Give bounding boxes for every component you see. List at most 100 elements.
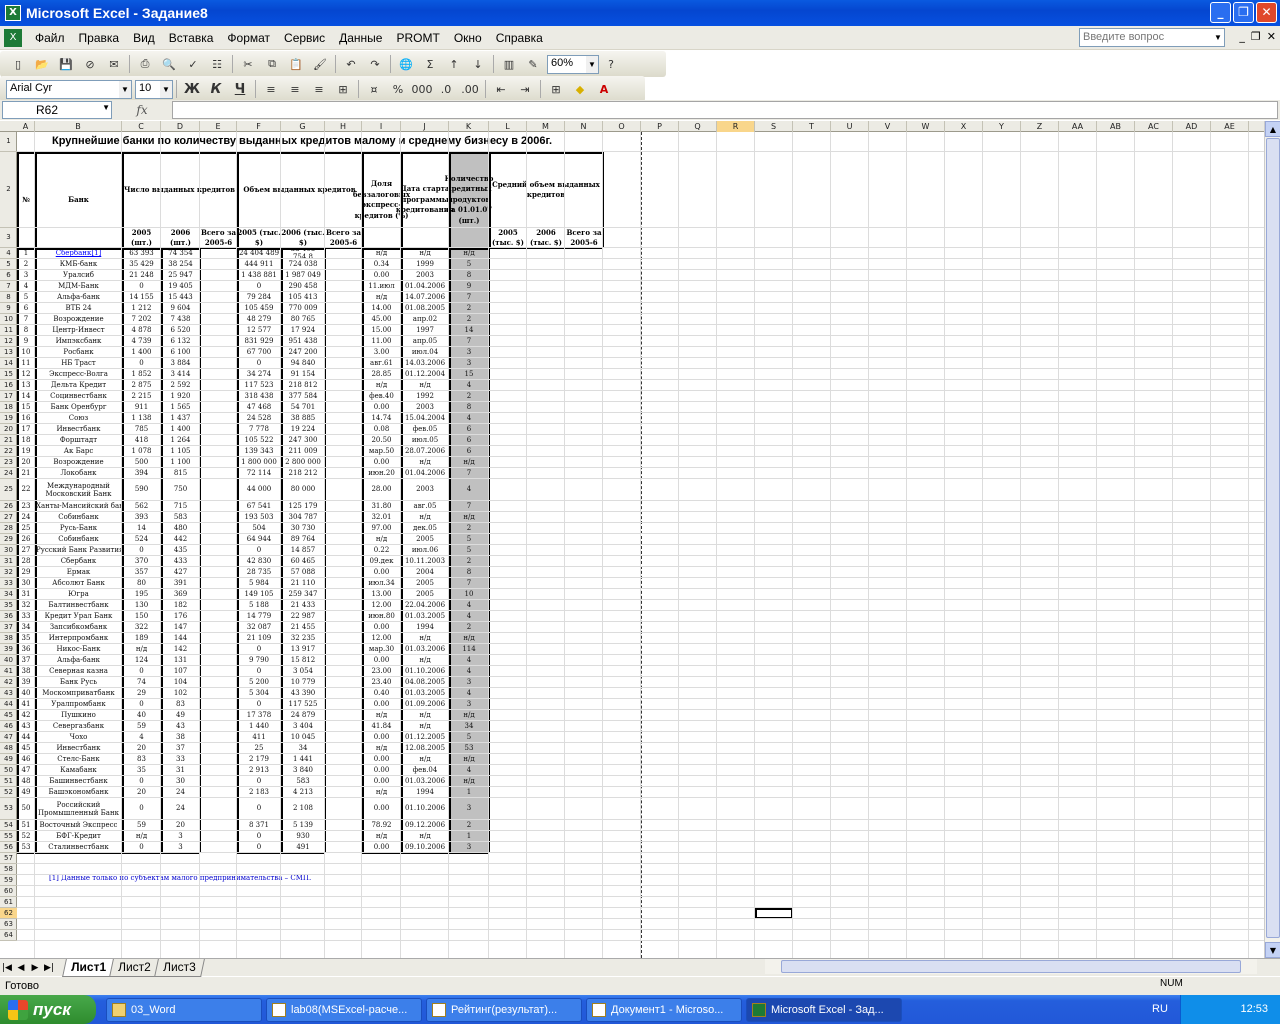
column-header-C[interactable]: C	[122, 121, 161, 132]
column-header-F[interactable]: F	[237, 121, 281, 132]
row-header-57[interactable]: 57	[0, 853, 17, 864]
row-header-11[interactable]: 11	[0, 325, 17, 336]
row-header-44[interactable]: 44	[0, 699, 17, 710]
column-header-K[interactable]: K	[449, 121, 489, 132]
undo-icon[interactable]: ↶	[341, 54, 361, 74]
row-header-60[interactable]: 60	[0, 886, 17, 897]
menu-help[interactable]: Справка	[489, 31, 550, 45]
row-header-41[interactable]: 41	[0, 666, 17, 677]
redo-icon[interactable]: ↷	[365, 54, 385, 74]
column-header-U[interactable]: U	[831, 121, 869, 132]
column-header-O[interactable]: O	[603, 121, 641, 132]
scroll-down-icon[interactable]: ▼	[1265, 942, 1280, 958]
scroll-thumb[interactable]	[1266, 138, 1280, 938]
row-header-43[interactable]: 43	[0, 688, 17, 699]
row-header-5[interactable]: 5	[0, 259, 17, 270]
column-header-B[interactable]: B	[35, 121, 122, 132]
column-header-A[interactable]: A	[17, 121, 35, 132]
row-header-7[interactable]: 7	[0, 281, 17, 292]
align-left-icon[interactable]: ≡	[261, 79, 281, 99]
row-header-29[interactable]: 29	[0, 534, 17, 545]
row-header-59[interactable]: 59	[0, 875, 17, 886]
new-icon[interactable]: ▯	[8, 54, 28, 74]
row-header-10[interactable]: 10	[0, 314, 17, 325]
language-indicator[interactable]: RU	[1152, 1003, 1168, 1015]
ask-question-input[interactable]: Введите вопрос ▼	[1079, 28, 1225, 47]
row-header-13[interactable]: 13	[0, 347, 17, 358]
close-button[interactable]: ✕	[1256, 2, 1277, 23]
row-header-8[interactable]: 8	[0, 292, 17, 303]
task-document1[interactable]: Документ1 - Microso...	[586, 998, 742, 1022]
restore-button[interactable]: ❐	[1233, 2, 1254, 23]
row-header-18[interactable]: 18	[0, 402, 17, 413]
row-header-16[interactable]: 16	[0, 380, 17, 391]
row-header-35[interactable]: 35	[0, 600, 17, 611]
cut-icon[interactable]: ✂	[238, 54, 258, 74]
chevron-down-icon[interactable]: ▼	[102, 103, 110, 112]
column-header-Q[interactable]: Q	[679, 121, 717, 132]
column-header-Z[interactable]: Z	[1021, 121, 1059, 132]
column-header-E[interactable]: E	[200, 121, 237, 132]
email-icon[interactable]: ✉	[104, 54, 124, 74]
row-header-23[interactable]: 23	[0, 457, 17, 468]
copy-icon[interactable]: ⧉	[262, 54, 282, 74]
menu-view[interactable]: Вид	[126, 31, 162, 45]
row-header-22[interactable]: 22	[0, 446, 17, 457]
row-header-46[interactable]: 46	[0, 721, 17, 732]
underline-button[interactable]: Ч	[230, 79, 250, 99]
menu-format[interactable]: Формат	[220, 31, 277, 45]
column-header-G[interactable]: G	[281, 121, 325, 132]
permission-icon[interactable]: ⊘	[80, 54, 100, 74]
merge-center-icon[interactable]: ⊞	[333, 79, 353, 99]
comma-icon[interactable]: 000	[412, 79, 433, 99]
paste-icon[interactable]: 📋	[286, 54, 306, 74]
last-sheet-icon[interactable]: ▶|	[42, 963, 56, 973]
row-header-36[interactable]: 36	[0, 611, 17, 622]
row-header-53[interactable]: 53	[0, 798, 17, 820]
align-center-icon[interactable]: ≡	[285, 79, 305, 99]
column-header-X[interactable]: X	[945, 121, 983, 132]
row-header-47[interactable]: 47	[0, 732, 17, 743]
menu-tools[interactable]: Сервис	[277, 31, 332, 45]
column-header-I[interactable]: I	[362, 121, 401, 132]
row-header-51[interactable]: 51	[0, 776, 17, 787]
row-header-58[interactable]: 58	[0, 864, 17, 875]
column-header-P[interactable]: P	[641, 121, 679, 132]
font-select[interactable]: Arial Cyr ▼	[6, 79, 132, 99]
row-header-52[interactable]: 52	[0, 787, 17, 798]
row-header-20[interactable]: 20	[0, 424, 17, 435]
row-header-2[interactable]: 2	[0, 152, 17, 228]
doc-close-button[interactable]: ✕	[1267, 30, 1276, 43]
row-header-1[interactable]: 1	[0, 132, 17, 152]
print-icon[interactable]: ⎙	[135, 54, 155, 74]
fill-color-icon[interactable]: ◆	[570, 79, 590, 99]
row-header-64[interactable]: 64	[0, 930, 17, 941]
format-painter-icon[interactable]: 🖌	[310, 54, 330, 74]
row-header-31[interactable]: 31	[0, 556, 17, 567]
start-button[interactable]: пуск	[0, 995, 96, 1024]
spelling-icon[interactable]: ✓	[183, 54, 203, 74]
autosum-icon[interactable]: Σ	[420, 54, 440, 74]
row-header-6[interactable]: 6	[0, 270, 17, 281]
row-header-42[interactable]: 42	[0, 677, 17, 688]
chevron-down-icon[interactable]: ▼	[119, 80, 131, 98]
first-sheet-icon[interactable]: |◀	[0, 963, 14, 973]
column-header-Y[interactable]: Y	[983, 121, 1021, 132]
column-header-T[interactable]: T	[793, 121, 831, 132]
prev-sheet-icon[interactable]: ◀	[14, 963, 28, 973]
excel-doc-icon[interactable]: X	[4, 28, 22, 47]
font-size-select[interactable]: 10 ▼	[135, 79, 173, 99]
chevron-down-icon[interactable]: ▼	[586, 55, 598, 73]
menu-data[interactable]: Данные	[332, 31, 389, 45]
italic-button[interactable]: К	[206, 79, 226, 99]
doc-restore-button[interactable]: ❐	[1251, 30, 1261, 43]
worksheet-grid[interactable]: A B C D E F G H I J K L M N O P Q R S T U V W X Y Z AA AB AC AD AE 123…	[0, 121, 1264, 958]
row-header-40[interactable]: 40	[0, 655, 17, 666]
chart-wizard-icon[interactable]: ▥	[499, 54, 519, 74]
column-header-V[interactable]: V	[869, 121, 907, 132]
drawing-icon[interactable]: ✎	[523, 54, 543, 74]
increase-decimal-icon[interactable]: .0	[436, 79, 456, 99]
row-header-21[interactable]: 21	[0, 435, 17, 446]
column-header-AA[interactable]: AA	[1059, 121, 1097, 132]
row-header-15[interactable]: 15	[0, 369, 17, 380]
